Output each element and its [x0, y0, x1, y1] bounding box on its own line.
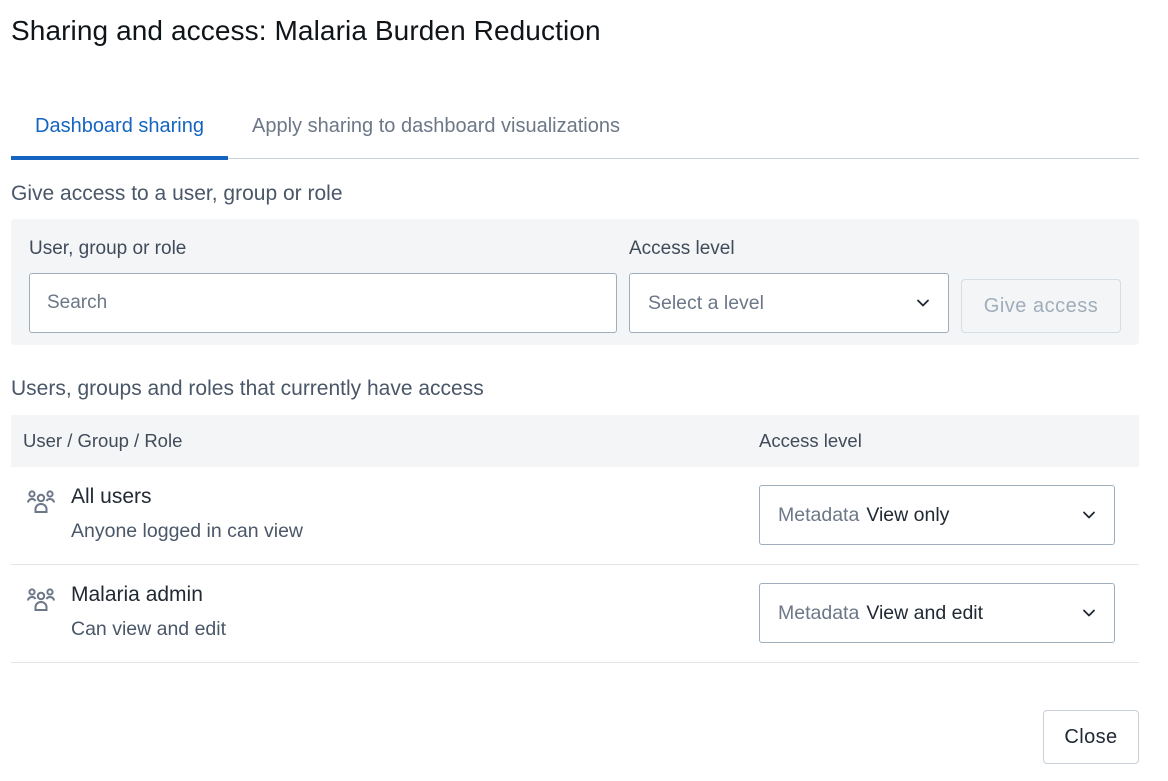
row-description: Can view and edit — [71, 618, 227, 640]
give-access-panel: User, group or role Access level Select … — [11, 219, 1139, 345]
give-access-button[interactable]: Give access — [961, 279, 1121, 333]
column-header-access-level: Access level — [759, 430, 862, 451]
access-level-placeholder: Select a level — [648, 291, 764, 314]
access-level-select[interactable]: Select a level — [629, 273, 949, 333]
access-row-all-users: All users Anyone logged in can view Meta… — [11, 467, 1139, 565]
give-access-heading: Give access to a user, group or role — [11, 182, 343, 205]
row-description: Anyone logged in can view — [71, 520, 303, 542]
access-level-value: View only — [866, 503, 950, 526]
tab-bar: Dashboard sharing Apply sharing to dashb… — [11, 100, 1139, 160]
metadata-prefix: Metadata — [778, 503, 860, 526]
tab-dashboard-sharing[interactable]: Dashboard sharing — [11, 100, 228, 160]
row-name: Malaria admin — [71, 583, 203, 606]
users-group-icon — [25, 585, 57, 617]
row-access-level-select[interactable]: Metadata View only — [759, 485, 1115, 545]
access-level-label: Access level — [629, 238, 735, 259]
column-header-entity: User / Group / Role — [23, 430, 183, 451]
search-input[interactable] — [47, 292, 616, 314]
search-input-wrapper — [29, 273, 617, 333]
access-row-malaria-admin: Malaria admin Can view and edit Metadata… — [11, 565, 1139, 663]
metadata-prefix: Metadata — [778, 601, 860, 624]
chevron-down-icon — [1082, 606, 1096, 620]
close-button[interactable]: Close — [1043, 710, 1139, 764]
access-level-value: View and edit — [866, 601, 984, 624]
current-access-heading: Users, groups and roles that currently h… — [11, 377, 484, 400]
dialog-title: Sharing and access: Malaria Burden Reduc… — [11, 15, 601, 46]
row-access-level-select[interactable]: Metadata View and edit — [759, 583, 1115, 643]
sharing-dialog: Sharing and access: Malaria Burden Reduc… — [0, 0, 1168, 781]
tab-apply-sharing-visualizations[interactable]: Apply sharing to dashboard visualization… — [228, 100, 644, 159]
users-group-icon — [25, 487, 57, 519]
user-group-role-label: User, group or role — [29, 238, 187, 259]
access-table-header: User / Group / Role Access level — [11, 415, 1139, 467]
chevron-down-icon — [1082, 508, 1096, 522]
row-name: All users — [71, 485, 152, 508]
chevron-down-icon — [916, 296, 930, 310]
